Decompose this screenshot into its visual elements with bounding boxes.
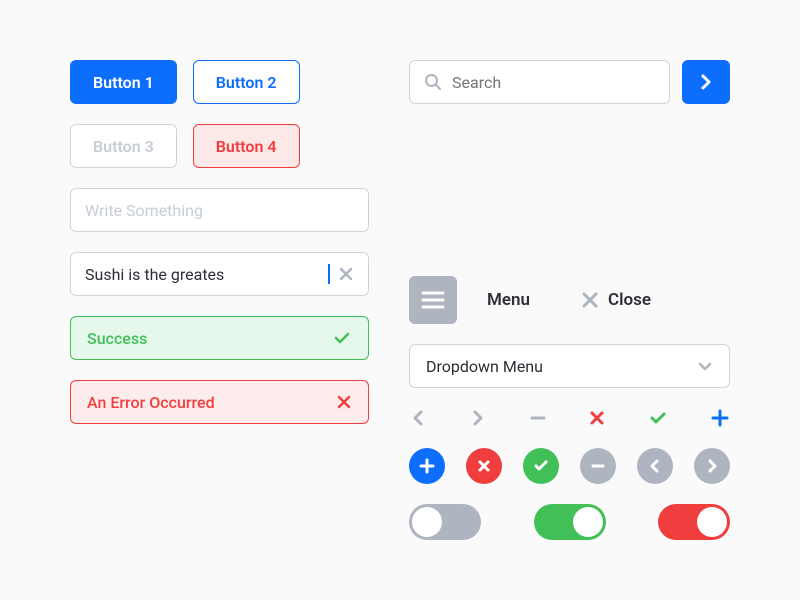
close-circle-icon[interactable] xyxy=(466,448,502,484)
check-circle-icon[interactable] xyxy=(523,448,559,484)
text-cursor xyxy=(328,264,330,284)
minus-circle-icon[interactable] xyxy=(580,448,616,484)
search-icon xyxy=(424,73,442,91)
menu-label: Menu xyxy=(487,290,530,310)
alert-error-text: An Error Occurred xyxy=(87,393,215,412)
chevron-down-icon xyxy=(697,358,713,374)
prev-circle-icon[interactable] xyxy=(637,448,673,484)
close-label: Close xyxy=(608,290,651,310)
alert-error: An Error Occurred xyxy=(70,380,369,424)
button-1[interactable]: Button 1 xyxy=(70,60,177,104)
alert-success: Success xyxy=(70,316,369,360)
toggle-knob xyxy=(697,507,727,537)
alert-success-text: Success xyxy=(87,329,147,348)
icon-row-circle xyxy=(409,448,730,484)
toggle-knob xyxy=(573,507,603,537)
right-column: Menu Close Dropdown Menu xyxy=(409,60,730,540)
add-circle-icon[interactable] xyxy=(409,448,445,484)
check-icon xyxy=(332,328,352,348)
hamburger-icon xyxy=(421,291,445,309)
x-icon[interactable] xyxy=(588,409,606,427)
close-button[interactable]: Close xyxy=(580,290,651,310)
toggle-row xyxy=(409,504,730,540)
button-3: Button 3 xyxy=(70,124,177,168)
search-field[interactable] xyxy=(452,73,655,92)
text-input-placeholder[interactable]: Write Something xyxy=(70,188,369,232)
search-input[interactable] xyxy=(409,60,670,104)
check-icon[interactable] xyxy=(648,408,668,428)
button-4[interactable]: Button 4 xyxy=(193,124,300,168)
icon-row-flat xyxy=(409,408,730,428)
button-2[interactable]: Button 2 xyxy=(193,60,300,104)
search-submit-button[interactable] xyxy=(682,60,730,104)
clear-icon[interactable] xyxy=(338,266,354,282)
chevron-right-icon[interactable] xyxy=(469,409,487,427)
dropdown-menu[interactable]: Dropdown Menu xyxy=(409,344,730,388)
chevron-left-icon[interactable] xyxy=(409,409,427,427)
left-column: Button 1 Button 2 Button 3 Button 4 Writ… xyxy=(70,60,369,540)
close-icon xyxy=(580,290,600,310)
toggle-off[interactable] xyxy=(409,504,481,540)
toggle-red[interactable] xyxy=(658,504,730,540)
text-input-filled[interactable]: Sushi is the greates xyxy=(70,252,369,296)
input-value: Sushi is the greates xyxy=(85,265,320,284)
menu-button[interactable] xyxy=(409,276,457,324)
chevron-right-icon xyxy=(697,73,715,91)
dropdown-label: Dropdown Menu xyxy=(426,357,543,376)
minus-icon[interactable] xyxy=(529,409,547,427)
close-icon[interactable] xyxy=(336,394,352,410)
toggle-on[interactable] xyxy=(534,504,606,540)
plus-icon[interactable] xyxy=(710,408,730,428)
toggle-knob xyxy=(412,507,442,537)
next-circle-icon[interactable] xyxy=(694,448,730,484)
